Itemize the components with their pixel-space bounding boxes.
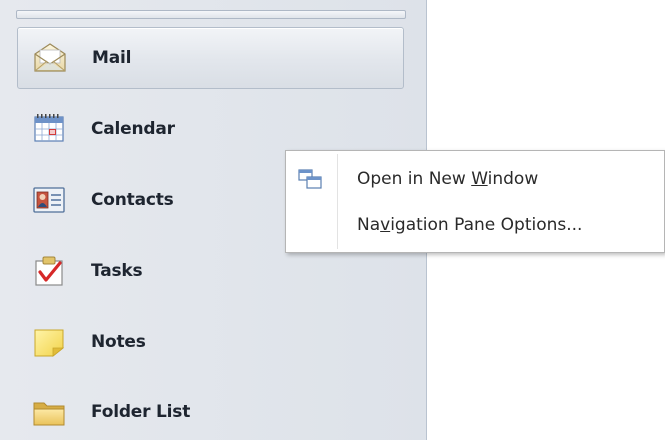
mail-icon xyxy=(34,43,66,72)
contacts-icon xyxy=(33,187,65,213)
notes-icon xyxy=(34,329,65,357)
nav-item-folder-list[interactable]: Folder List xyxy=(17,381,404,443)
context-menu: Open in New Window Navigation Pane Optio… xyxy=(285,150,665,253)
nav-item-label: Contacts xyxy=(91,190,174,210)
nav-item-label: Folder List xyxy=(91,402,191,422)
menu-item-open-in-new-window[interactable]: Open in New Window xyxy=(288,162,662,196)
nav-item-label: Calendar xyxy=(91,119,175,139)
tasks-icon xyxy=(35,256,63,286)
pane-resize-grip[interactable] xyxy=(16,10,406,19)
nav-item-notes[interactable]: Notes xyxy=(17,311,404,373)
calendar-icon xyxy=(34,114,64,142)
nav-item-mail[interactable]: Mail xyxy=(17,27,404,89)
menu-item-label: Navigation Pane Options... xyxy=(357,215,583,235)
menu-item-navigation-pane-options[interactable]: Navigation Pane Options... xyxy=(288,208,662,242)
menu-item-label: Open in New Window xyxy=(357,169,539,189)
folder-icon xyxy=(33,402,65,426)
new-window-icon xyxy=(298,169,322,189)
nav-item-label: Notes xyxy=(91,332,146,352)
nav-item-label: Tasks xyxy=(91,261,143,281)
nav-item-label: Mail xyxy=(92,48,132,68)
